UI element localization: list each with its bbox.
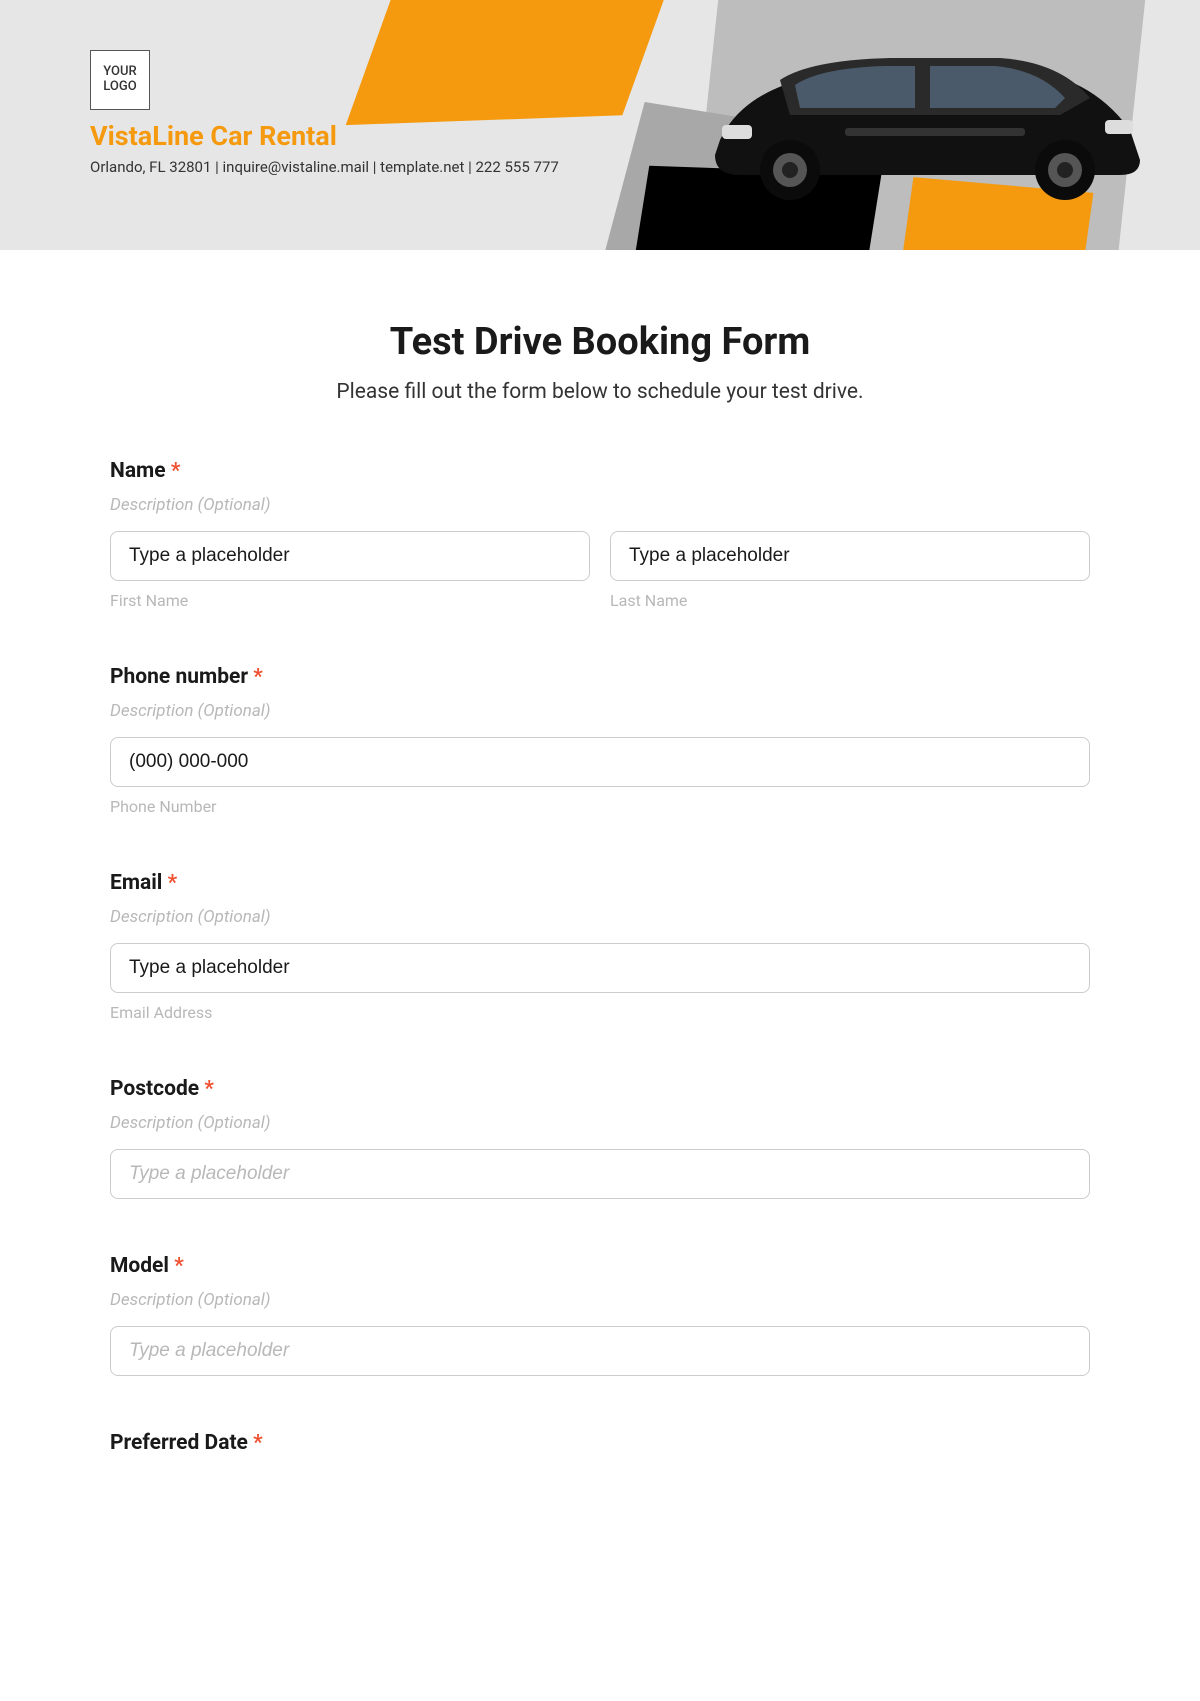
email-sublabel: Email Address [110, 1003, 1090, 1022]
phone-label: Phone number * [110, 665, 1090, 689]
first-name-input[interactable] [110, 531, 590, 581]
required-mark: * [204, 1077, 214, 1101]
name-label: Name * [110, 459, 1090, 483]
required-mark: * [174, 1254, 184, 1278]
date-label: Preferred Date * [110, 1431, 1090, 1455]
required-mark: * [253, 665, 263, 689]
name-desc: Description (Optional) [110, 495, 1090, 515]
last-name-input[interactable] [610, 531, 1090, 581]
company-name: VistaLine Car Rental [90, 120, 1110, 152]
header-banner: YOUR LOGO VistaLine Car Rental Orlando, … [0, 0, 1200, 250]
field-date: Preferred Date * [110, 1431, 1090, 1455]
field-name: Name * Description (Optional) First Name… [110, 459, 1090, 610]
first-name-sublabel: First Name [110, 591, 590, 610]
model-label: Model * [110, 1254, 1090, 1278]
model-desc: Description (Optional) [110, 1290, 1090, 1310]
phone-sublabel: Phone Number [110, 797, 1090, 816]
logo-placeholder: YOUR LOGO [90, 50, 150, 110]
email-desc: Description (Optional) [110, 907, 1090, 927]
field-phone: Phone number * Description (Optional) Ph… [110, 665, 1090, 816]
email-label: Email * [110, 871, 1090, 895]
required-mark: * [171, 459, 181, 483]
required-mark: * [168, 871, 178, 895]
model-input[interactable] [110, 1326, 1090, 1376]
field-email: Email * Description (Optional) Email Add… [110, 871, 1090, 1022]
postcode-label: Postcode * [110, 1077, 1090, 1101]
field-postcode: Postcode * Description (Optional) [110, 1077, 1090, 1199]
required-mark: * [253, 1431, 263, 1455]
phone-input[interactable] [110, 737, 1090, 787]
field-model: Model * Description (Optional) [110, 1254, 1090, 1376]
form-container: Test Drive Booking Form Please fill out … [0, 250, 1200, 1495]
last-name-sublabel: Last Name [610, 591, 1090, 610]
postcode-input[interactable] [110, 1149, 1090, 1199]
postcode-desc: Description (Optional) [110, 1113, 1090, 1133]
form-title: Test Drive Booking Form [110, 320, 1090, 364]
email-input[interactable] [110, 943, 1090, 993]
contact-info: Orlando, FL 32801 | inquire@vistaline.ma… [90, 158, 1110, 176]
phone-desc: Description (Optional) [110, 701, 1090, 721]
decor-shape [346, 0, 695, 125]
form-subtitle: Please fill out the form below to schedu… [110, 380, 1090, 404]
